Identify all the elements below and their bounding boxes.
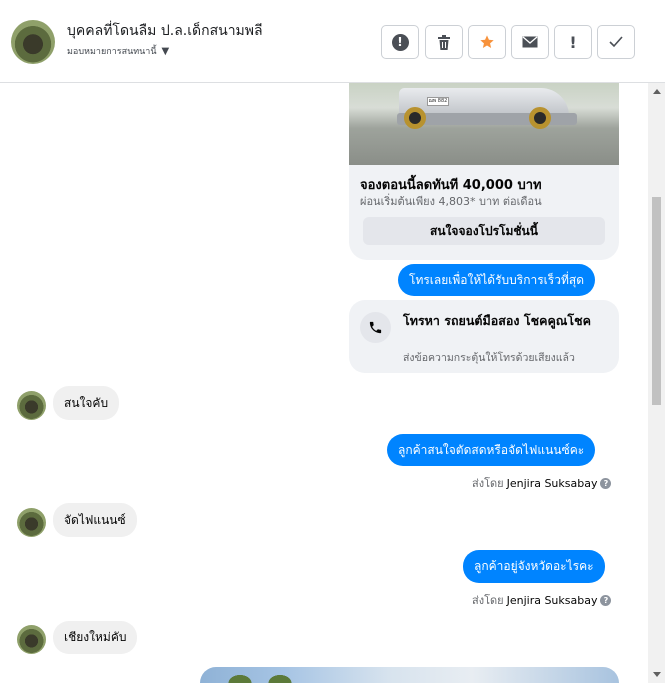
envelope-icon bbox=[522, 36, 538, 48]
assign-conversation-dropdown[interactable]: มอบหมายการสนทนานี้ ▼ bbox=[67, 44, 169, 58]
star-icon bbox=[480, 35, 494, 48]
message-outgoing[interactable]: โทรเลยเพื่อให้ได้รับบริการเร็วที่สุด bbox=[398, 264, 595, 296]
message-outgoing[interactable]: ลูกค้าอยู่จังหวัดอะไรคะ bbox=[463, 550, 605, 583]
question-icon[interactable]: ? bbox=[600, 477, 612, 489]
palm-tree-shape bbox=[260, 669, 300, 683]
contact-avatar-small[interactable] bbox=[17, 391, 46, 420]
assign-conversation-label: มอบหมายการสนทนานี้ bbox=[67, 47, 157, 57]
agent-name: Jenjira Suksabay bbox=[506, 593, 598, 607]
scrollbar[interactable] bbox=[648, 83, 665, 683]
contact-avatar-small[interactable] bbox=[17, 625, 46, 654]
phone-glyph bbox=[369, 321, 382, 334]
scrollbar-thumb[interactable] bbox=[652, 197, 661, 405]
contact-avatar-small[interactable] bbox=[17, 508, 46, 537]
star-button[interactable] bbox=[468, 25, 506, 59]
delete-button[interactable] bbox=[425, 25, 463, 59]
car-photo[interactable]: ฌพ 882 bbox=[349, 83, 619, 165]
mark-unread-button[interactable] bbox=[511, 25, 549, 59]
call-card[interactable]: โทรหา รถยนต์มือสอง โชคคูณโชค ส่งข้อความก… bbox=[349, 300, 619, 373]
message-incoming[interactable]: สนใจคับ bbox=[53, 386, 120, 420]
sent-by-info: ส่งโดย Jenjira Suksabay ? bbox=[472, 591, 612, 609]
report-spam-button[interactable]: ! bbox=[381, 25, 419, 59]
caret-down-icon: ▼ bbox=[161, 45, 170, 57]
palm-tree-shape bbox=[220, 669, 260, 683]
sent-by-info: ส่งโดย Jenjira Suksabay ? bbox=[472, 474, 612, 492]
trash-icon bbox=[438, 34, 450, 50]
call-card-title: โทรหา รถยนต์มือสอง โชคคูณโชค bbox=[403, 313, 591, 328]
check-icon bbox=[609, 36, 623, 48]
call-card-subtitle: ส่งข้อความกระตุ้นให้โทรด้วยเสียงแล้ว bbox=[403, 352, 575, 364]
promo-card: ฌพ 882 จองตอนนี้ลดทันที 40,000 บาท ผ่อนเ… bbox=[349, 83, 619, 260]
exclamation-circle-icon: ! bbox=[391, 33, 409, 51]
agent-name: Jenjira Suksabay bbox=[506, 476, 598, 490]
conversation-header: บุคคลที่โดนลืม ป.ล.เด็กสนามพลี มอบหมายกา… bbox=[0, 0, 665, 83]
scroll-up-arrow-icon[interactable] bbox=[653, 89, 661, 94]
promo-subtitle: ผ่อนเริ่มต้นเพียง 4,803* บาท ต่อเดือน bbox=[360, 195, 542, 208]
car-wheel bbox=[529, 107, 551, 129]
contact-name[interactable]: บุคคลที่โดนลืม ป.ล.เด็กสนามพลี bbox=[67, 20, 263, 42]
license-plate: ฌพ 882 bbox=[427, 97, 449, 106]
phone-icon bbox=[360, 312, 391, 343]
message-outgoing[interactable]: ลูกค้าสนใจตัดสดหรือจัดไฟแนนซ์คะ bbox=[387, 434, 596, 466]
mark-done-button[interactable] bbox=[597, 25, 635, 59]
message-incoming[interactable]: จัดไฟแนนซ์ bbox=[53, 503, 137, 537]
message-incoming[interactable]: เชียงใหม่คับ bbox=[53, 621, 138, 654]
scroll-down-arrow-icon[interactable] bbox=[653, 672, 661, 677]
exclamation-icon: ! bbox=[569, 32, 577, 52]
contact-avatar[interactable] bbox=[11, 20, 55, 64]
follow-up-button[interactable]: ! bbox=[554, 25, 592, 59]
sent-by-label: ส่งโดย bbox=[472, 594, 504, 607]
sent-by-label: ส่งโดย bbox=[472, 477, 504, 490]
question-icon[interactable]: ? bbox=[600, 594, 612, 606]
image-message[interactable] bbox=[200, 667, 619, 683]
car-wheel bbox=[404, 107, 426, 129]
promo-cta-button[interactable]: สนใจจองโปรโมชั่นนี้ bbox=[363, 217, 605, 245]
